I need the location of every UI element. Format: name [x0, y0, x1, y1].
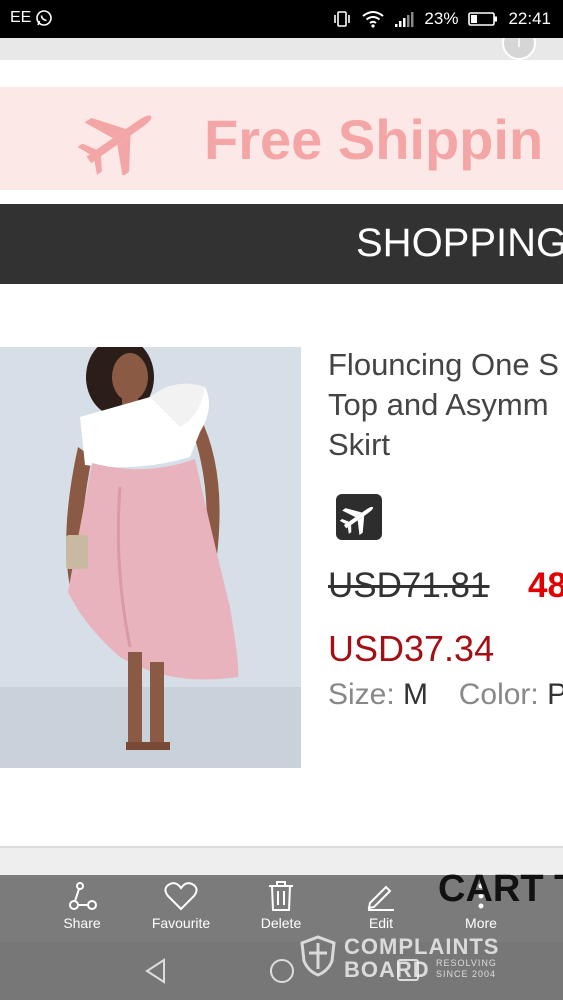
- watermark-line3: RESOLVING: [436, 958, 497, 968]
- free-shipping-text: Free Shippin: [204, 108, 544, 171]
- favourite-button[interactable]: Favourite: [141, 878, 221, 931]
- carrier-label: EE: [10, 9, 32, 26]
- watermark-line2: BOARD: [344, 957, 430, 982]
- status-left: EE: [10, 9, 53, 27]
- original-price: USD71.81: [328, 566, 490, 605]
- airplane-icon: [78, 115, 152, 175]
- trash-icon: [269, 881, 293, 911]
- back-icon[interactable]: [144, 958, 168, 984]
- color-label: Color:: [458, 678, 539, 711]
- product-photo: [0, 347, 301, 768]
- signal-icon: [395, 12, 414, 27]
- cart-total-header: CART T: [438, 868, 563, 910]
- product-attributes: Size: M Color: P: [328, 678, 563, 712]
- more-label: More: [465, 915, 497, 931]
- share-button[interactable]: Share: [42, 878, 122, 931]
- delete-label: Delete: [260, 915, 302, 931]
- shield-icon: [300, 935, 336, 977]
- status-bar: EE 23% 22:41: [0, 0, 563, 38]
- shopping-cart-header: SHOPPING: [0, 204, 563, 284]
- edit-button[interactable]: Edit: [341, 878, 421, 931]
- favourite-label: Favourite: [151, 915, 211, 931]
- product-title[interactable]: Flouncing One S Top and Asymm Skirt: [328, 345, 563, 465]
- wifi-icon: [362, 11, 385, 28]
- size-label: Size:: [328, 678, 395, 711]
- pencil-icon: [367, 885, 394, 911]
- cart-page: i Free Shippin SHOPPING Flouncing One S …: [0, 38, 563, 875]
- heart-icon: [164, 882, 198, 911]
- share-label: Share: [63, 915, 101, 931]
- watermark-line4: SINCE 2004: [436, 969, 497, 979]
- complaints-board-watermark: COMPLAINTS BOARD RESOLVING SINCE 2004: [300, 932, 530, 982]
- top-strip: [0, 38, 563, 60]
- size-value: M: [403, 678, 429, 711]
- home-icon[interactable]: [269, 958, 295, 984]
- status-right: 23% 22:41: [332, 9, 551, 29]
- product-image[interactable]: [0, 347, 301, 768]
- free-shipping-badge: [336, 494, 382, 540]
- battery-percent: 23%: [424, 9, 459, 28]
- airplane-icon: [339, 506, 374, 536]
- whatsapp-icon: [36, 10, 53, 26]
- shopping-title: SHOPPING: [356, 221, 563, 265]
- free-shipping-banner[interactable]: Free Shippin: [0, 87, 563, 190]
- clock: 22:41: [508, 9, 551, 28]
- sale-price: USD37.34: [328, 628, 495, 669]
- edit-label: Edit: [368, 915, 394, 931]
- watermark-tagline: RESOLVING SINCE 2004: [436, 958, 497, 980]
- vibrate-icon: [334, 11, 351, 27]
- delete-button[interactable]: Delete: [241, 878, 321, 931]
- battery-icon: [468, 12, 498, 26]
- discount-percent: 48: [528, 566, 563, 605]
- share-icon: [69, 882, 97, 910]
- color-value: P: [547, 678, 563, 711]
